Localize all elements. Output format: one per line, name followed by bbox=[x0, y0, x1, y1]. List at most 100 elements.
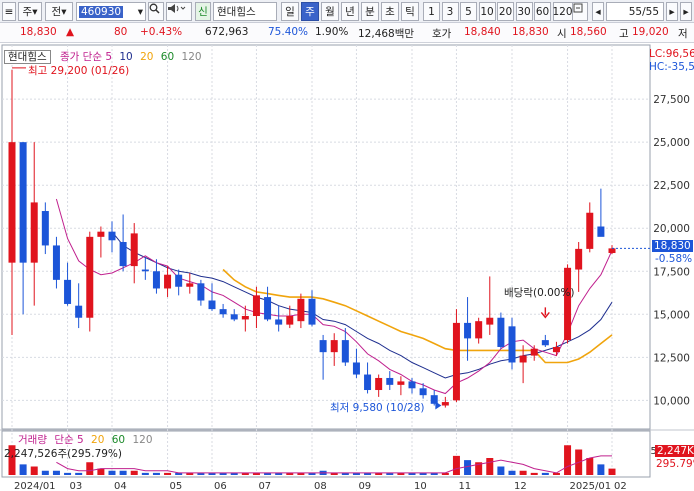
candle-body bbox=[497, 317, 505, 347]
candle-body bbox=[464, 322, 472, 339]
volume-bar bbox=[452, 455, 460, 475]
legend-stock-name[interactable]: 현대힘스 bbox=[4, 50, 51, 64]
expand-icon[interactable]: ▸ bbox=[680, 2, 692, 21]
chart-toolbar: ≡ 주 ▾ 전 ▾ 460930 ▾ 신 현대힘스 일주월년분초틱 1 3 5 10 20 30… bbox=[0, 0, 694, 23]
last-price-tag: 18,830 bbox=[652, 240, 693, 252]
volume-last-tag: 2,247K bbox=[655, 445, 694, 457]
low-arrow-icon bbox=[435, 401, 442, 410]
high-annotation: 최고 29,200 (01/26) bbox=[28, 65, 130, 77]
candle-body bbox=[230, 314, 238, 320]
scroll-left-icon[interactable]: ◂ bbox=[592, 2, 604, 21]
interval-tab[interactable]: 10 bbox=[478, 2, 496, 21]
candle-body bbox=[152, 271, 160, 289]
candle-body bbox=[30, 202, 38, 263]
speaker-icon[interactable] bbox=[166, 2, 192, 21]
hc-label: HC:-35,5 bbox=[649, 61, 694, 73]
dividend-annotation: 배당락(0.00%) bbox=[504, 287, 575, 299]
volume-bar bbox=[75, 472, 83, 475]
volume-ma20: 20 bbox=[91, 434, 105, 446]
x-tick-label: 09 bbox=[358, 481, 371, 491]
candle-body bbox=[197, 283, 205, 301]
candle-body bbox=[86, 236, 94, 318]
volume-bar bbox=[541, 472, 549, 475]
volume-legend: 거래량 단순 5 20 60 120 bbox=[4, 432, 153, 447]
legend-ma20: 20 bbox=[140, 51, 154, 63]
volume-bar bbox=[152, 472, 160, 475]
interval-tab[interactable]: 30 bbox=[515, 2, 533, 21]
setting-icon[interactable] bbox=[572, 2, 588, 21]
period-tab[interactable]: 분 bbox=[361, 2, 379, 21]
stock-name-field[interactable]: 현대힘스 bbox=[213, 2, 277, 21]
candle-body bbox=[219, 309, 227, 315]
legend-price-type: 종가 bbox=[59, 51, 80, 63]
candle-body bbox=[530, 348, 538, 356]
y-tick-label: 22,500 bbox=[653, 180, 690, 192]
interval-tab[interactable]: 20 bbox=[497, 2, 514, 21]
chevron-down-icon[interactable]: ▾ bbox=[138, 6, 145, 18]
x-tick-label: 05 bbox=[170, 481, 183, 491]
legend-ma120: 120 bbox=[181, 51, 202, 63]
stock-name: 현대힘스 bbox=[217, 6, 256, 18]
volume-bar bbox=[564, 445, 572, 475]
period-tab[interactable]: 일 bbox=[281, 2, 299, 21]
candle-body bbox=[19, 142, 27, 263]
new-listing-badge: 신 bbox=[195, 2, 211, 21]
interval-tab[interactable]: 1 bbox=[423, 2, 440, 21]
candle-body bbox=[575, 248, 583, 270]
chart-type-select[interactable]: 주 ▾ bbox=[18, 2, 42, 21]
count-field[interactable]: 55/55 bbox=[606, 2, 664, 21]
stock-code-input[interactable]: 460930 ▾ bbox=[76, 2, 146, 21]
up-arrow-icon: ▲ bbox=[66, 26, 75, 38]
interval-tab[interactable]: 3 bbox=[441, 2, 459, 21]
candle-body bbox=[608, 248, 616, 254]
price-panel-frame bbox=[1, 44, 651, 430]
candle-body bbox=[364, 374, 372, 391]
candle-body bbox=[341, 340, 349, 363]
volume-ma5-line bbox=[56, 455, 612, 474]
candle-body bbox=[275, 319, 283, 325]
stock-chart[interactable]: 10,000 12,500 15,000 17,500 20,000 22,500 25,0… bbox=[0, 43, 694, 491]
volume-rate: 75.40% bbox=[268, 26, 309, 38]
candle-body bbox=[119, 242, 127, 267]
interval-tab[interactable]: 5 bbox=[460, 2, 477, 21]
volume-bar bbox=[119, 470, 127, 475]
x-tick-label: 10 bbox=[414, 481, 427, 491]
x-tick-label: 07 bbox=[258, 481, 271, 491]
lc-label: LC:96,56 bbox=[649, 48, 694, 60]
interval-tab[interactable]: 120 bbox=[552, 2, 573, 21]
price-legend: 현대힘스 종가 단순 5 10 20 60 120 bbox=[4, 49, 202, 64]
favorites-select[interactable]: 전 ▾ bbox=[45, 2, 73, 21]
chart-type-label: 주 bbox=[22, 6, 33, 18]
period-tab[interactable]: 주 bbox=[301, 2, 319, 21]
volume-bar bbox=[497, 466, 505, 475]
candle-body bbox=[419, 388, 427, 396]
candle-body bbox=[208, 300, 216, 310]
menu-icon[interactable]: ≡ bbox=[2, 2, 16, 21]
volume-ma5: 5 bbox=[77, 434, 84, 446]
change-rate: +0.43% bbox=[140, 26, 183, 38]
candle-body bbox=[508, 326, 516, 363]
candle-body bbox=[41, 211, 49, 246]
legend-ma10: 10 bbox=[119, 51, 133, 63]
period-tab[interactable]: 년 bbox=[341, 2, 359, 21]
legend-ma5: 5 bbox=[105, 51, 113, 63]
search-icon[interactable] bbox=[148, 2, 164, 21]
candle-body bbox=[586, 212, 594, 249]
interval-tab[interactable]: 60 bbox=[534, 2, 551, 21]
candle-body bbox=[75, 305, 83, 318]
period-tab[interactable]: 월 bbox=[321, 2, 339, 21]
candle-body bbox=[441, 402, 449, 406]
period-tab[interactable]: 초 bbox=[381, 2, 399, 21]
candle-body bbox=[564, 267, 572, 341]
scroll-right-icon[interactable]: ▸ bbox=[666, 2, 678, 21]
volume-bar bbox=[19, 464, 27, 475]
period-tab[interactable]: 틱 bbox=[401, 2, 419, 21]
volume-legend-name[interactable]: 거래량 bbox=[18, 434, 47, 446]
volume-bar bbox=[86, 462, 94, 475]
volume-bar bbox=[164, 472, 172, 475]
candlestick-chart[interactable]: 10,000 12,500 15,000 17,500 20,000 22,500 25,0… bbox=[0, 43, 694, 491]
volume-value: 2,247,526주(295.79%) bbox=[4, 448, 123, 460]
candle-body bbox=[352, 362, 360, 375]
candle-body bbox=[397, 381, 405, 385]
legend-ma60: 60 bbox=[160, 51, 175, 63]
